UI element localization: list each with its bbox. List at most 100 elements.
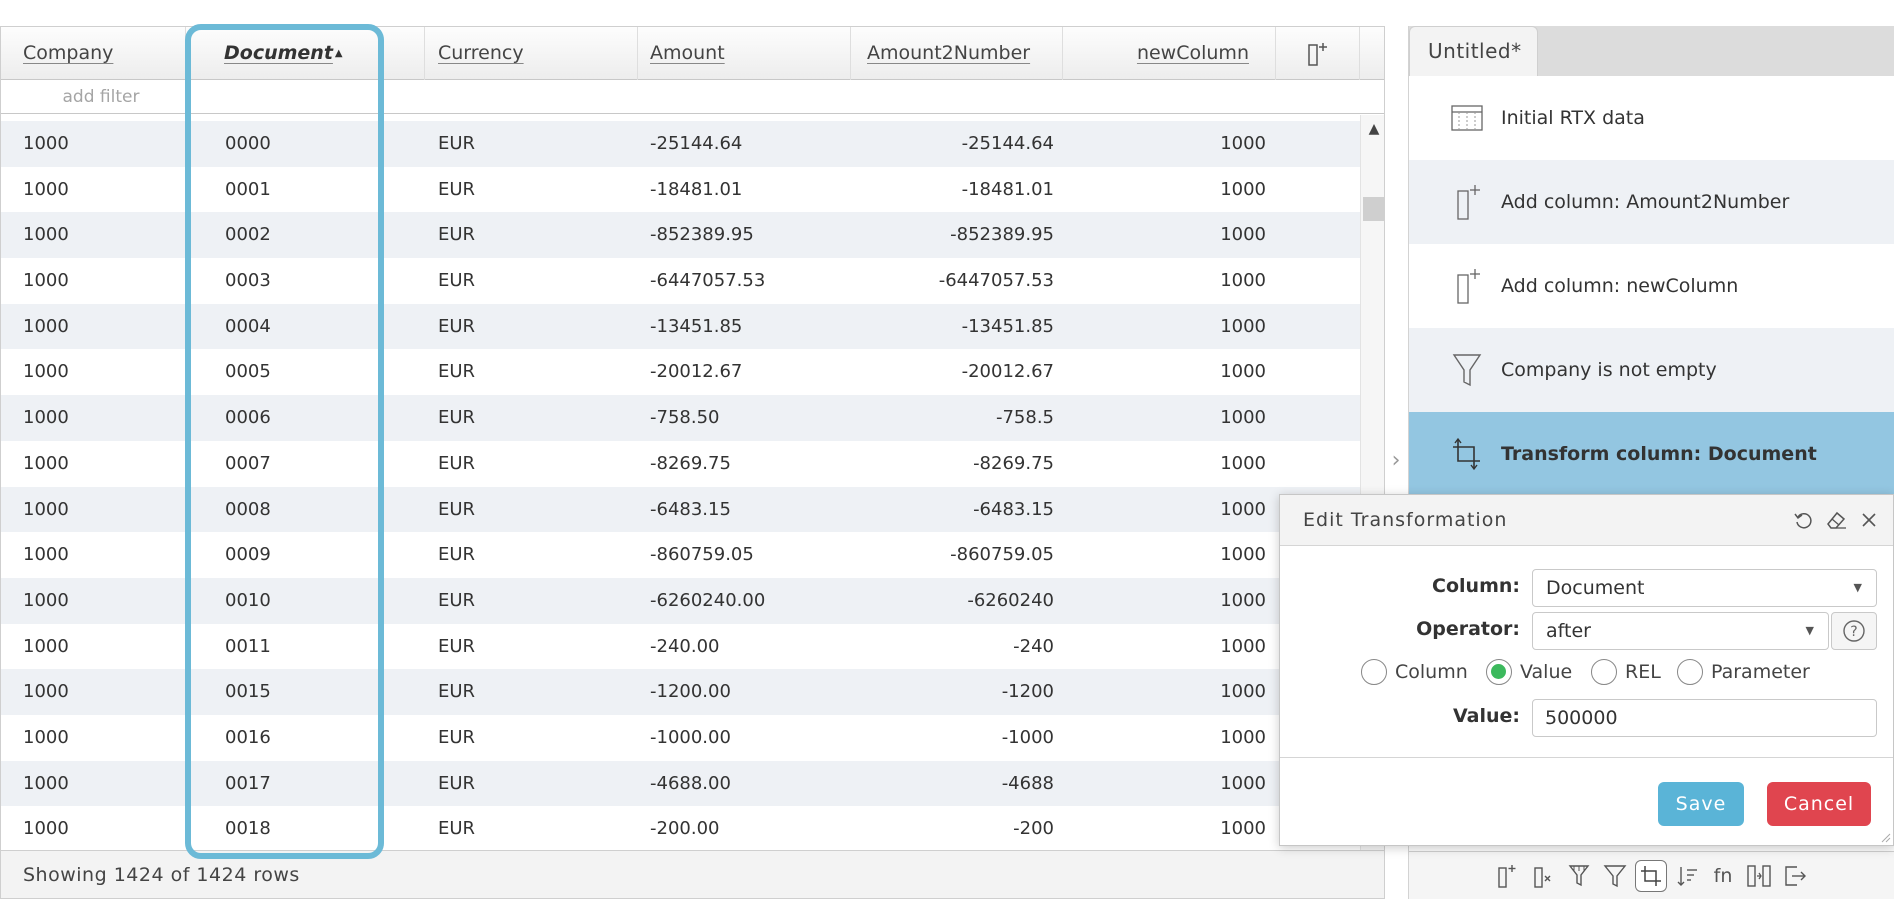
column-header-amount[interactable]: Amount	[638, 27, 851, 80]
operator-select[interactable]: after ▼	[1532, 612, 1829, 650]
column-header-amount2number[interactable]: Amount2Number	[851, 27, 1063, 80]
help-icon: ?	[1843, 620, 1865, 642]
step-add-column-amount2number[interactable]: Add column: Amount2Number	[1409, 160, 1894, 244]
operator-help-button[interactable]: ?	[1831, 612, 1877, 650]
transform-icon	[1443, 430, 1491, 478]
table-row[interactable]: 1000 0011 EUR -240.00 -240 1000	[1, 623, 1360, 670]
radio-column[interactable]: Column	[1361, 659, 1468, 685]
undo-icon[interactable]	[1790, 507, 1816, 533]
cell-amount2number: -25144.64	[961, 133, 1054, 154]
cell-amount2number: -1200	[1001, 681, 1054, 703]
cell-document: 0001	[225, 178, 271, 200]
cell-document: 0017	[225, 772, 271, 794]
table-row[interactable]: 1000 0001 EUR -18481.01 -18481.01 1000	[1, 166, 1360, 213]
data-table-panel: Company Document ▲ Currency Amount Amount…	[0, 26, 1385, 899]
company-filter-input[interactable]	[21, 84, 181, 110]
step-add-column-newcolumn[interactable]: Add column: newColumn	[1409, 244, 1894, 328]
filter-icon[interactable]	[1599, 860, 1631, 892]
cell-amount2number: -6447057.53	[938, 270, 1054, 292]
save-button[interactable]: Save	[1658, 782, 1744, 826]
table-row[interactable]: 1000 0002 EUR -852389.95 -852389.95 1000	[1, 212, 1360, 259]
radio-button[interactable]	[1591, 659, 1617, 685]
radio-rel[interactable]: REL	[1591, 659, 1661, 685]
column-header-currency[interactable]: Currency	[425, 27, 638, 80]
radio-button[interactable]	[1361, 659, 1387, 685]
radio-value[interactable]: Value	[1486, 659, 1572, 685]
radio-button[interactable]	[1677, 659, 1703, 685]
radio-parameter[interactable]: Parameter	[1677, 659, 1810, 685]
close-icon[interactable]	[1856, 507, 1882, 533]
table-row[interactable]: 1000 0009 EUR -860759.05 -860759.05 1000	[1, 532, 1360, 578]
cell-company: 1000	[23, 407, 69, 429]
step-filter-company[interactable]: Company is not empty	[1409, 328, 1894, 412]
value-input[interactable]	[1532, 699, 1877, 737]
column-header-newcolumn[interactable]: newColumn	[1063, 27, 1276, 80]
table-row[interactable]: 1000 0000 EUR -25144.64 -25144.64 1000	[1, 121, 1360, 167]
cell-newcolumn: 1000	[1220, 270, 1266, 292]
cell-document: 0000	[225, 133, 271, 154]
step-initial-data[interactable]: Initial RTX data	[1409, 76, 1894, 160]
dialog-divider	[1280, 757, 1893, 758]
add-column-icon[interactable]	[1491, 860, 1523, 892]
sort-ascending-icon: ▲	[334, 48, 343, 59]
split-column-icon[interactable]	[1743, 860, 1775, 892]
cell-document: 0008	[225, 498, 271, 520]
cell-amount: -6483.15	[650, 498, 731, 520]
cell-company: 1000	[23, 133, 69, 154]
table-header-row: Company Document ▲ Currency Amount Amount…	[1, 27, 1384, 80]
transform-icon[interactable]	[1635, 860, 1667, 892]
cell-amount2number: -200	[1013, 818, 1054, 840]
panel-collapse-chevron-icon[interactable]: ›	[1388, 448, 1404, 478]
cell-currency: EUR	[438, 589, 476, 611]
cell-currency: EUR	[438, 818, 476, 840]
table-row[interactable]: 1000 0016 EUR -1000.00 -1000 1000	[1, 714, 1360, 761]
step-transform-document[interactable]: Transform column: Document	[1409, 412, 1894, 496]
radio-button-checked[interactable]	[1486, 659, 1512, 685]
table-row[interactable]: 1000 0017 EUR -4688.00 -4688 1000	[1, 760, 1360, 807]
column-header-document[interactable]: Document ▲	[186, 27, 425, 80]
resize-grip-icon[interactable]	[1879, 831, 1891, 843]
cell-amount2number: -1000	[1001, 726, 1054, 748]
cell-company: 1000	[23, 681, 69, 703]
cell-newcolumn: 1000	[1220, 452, 1266, 474]
cell-newcolumn: 1000	[1220, 498, 1266, 520]
cancel-button[interactable]: Cancel	[1767, 782, 1871, 826]
cell-amount2number: -6260240	[967, 589, 1054, 611]
table-row[interactable]: 1000 0005 EUR -20012.67 -20012.67 1000	[1, 349, 1360, 396]
table-row[interactable]: 1000 0015 EUR -1200.00 -1200 1000	[1, 669, 1360, 715]
column-select[interactable]: Document ▼	[1532, 569, 1877, 607]
cell-document: 0015	[225, 681, 271, 703]
table-row[interactable]: 1000 0008 EUR -6483.15 -6483.15 1000	[1, 486, 1360, 533]
table-row[interactable]: 1000 0007 EUR -8269.75 -8269.75 1000	[1, 440, 1360, 487]
sort-icon[interactable]	[1671, 860, 1703, 892]
add-column-header-button[interactable]	[1276, 27, 1360, 80]
export-icon[interactable]	[1779, 860, 1811, 892]
table-row[interactable]: 1000 0004 EUR -13451.85 -13451.85 1000	[1, 303, 1360, 350]
scroll-up-icon[interactable]: ▲	[1361, 121, 1384, 137]
cell-currency: EUR	[438, 544, 476, 566]
column-header-company[interactable]: Company	[1, 27, 186, 80]
cell-company: 1000	[23, 315, 69, 337]
table-row[interactable]: 1000 0018 EUR -200.00 -200 1000	[1, 806, 1360, 852]
table-icon	[1443, 94, 1491, 142]
group-icon[interactable]	[1563, 860, 1595, 892]
cell-currency: EUR	[438, 452, 476, 474]
function-icon[interactable]: fn	[1707, 860, 1739, 892]
cell-newcolumn: 1000	[1220, 133, 1266, 154]
eraser-icon[interactable]	[1823, 507, 1849, 533]
tab-untitled[interactable]: Untitled*	[1409, 26, 1538, 76]
cell-amount: -18481.01	[650, 178, 743, 200]
table-row[interactable]: 1000 0003 EUR -6447057.53 -6447057.53 1000	[1, 258, 1360, 304]
cell-document: 0010	[225, 589, 271, 611]
table-row[interactable]: 1000 0010 EUR -6260240.00 -6260240 1000	[1, 577, 1360, 624]
table-row[interactable]: 1000 0006 EUR -758.50 -758.5 1000	[1, 395, 1360, 441]
cell-amount: -13451.85	[650, 315, 743, 337]
cell-document: 0016	[225, 726, 271, 748]
cell-currency: EUR	[438, 270, 476, 292]
cell-company: 1000	[23, 178, 69, 200]
scroll-thumb[interactable]	[1363, 197, 1384, 221]
cell-currency: EUR	[438, 133, 476, 154]
remove-column-icon[interactable]	[1527, 860, 1559, 892]
cell-currency: EUR	[438, 498, 476, 520]
cell-document: 0009	[225, 544, 271, 566]
